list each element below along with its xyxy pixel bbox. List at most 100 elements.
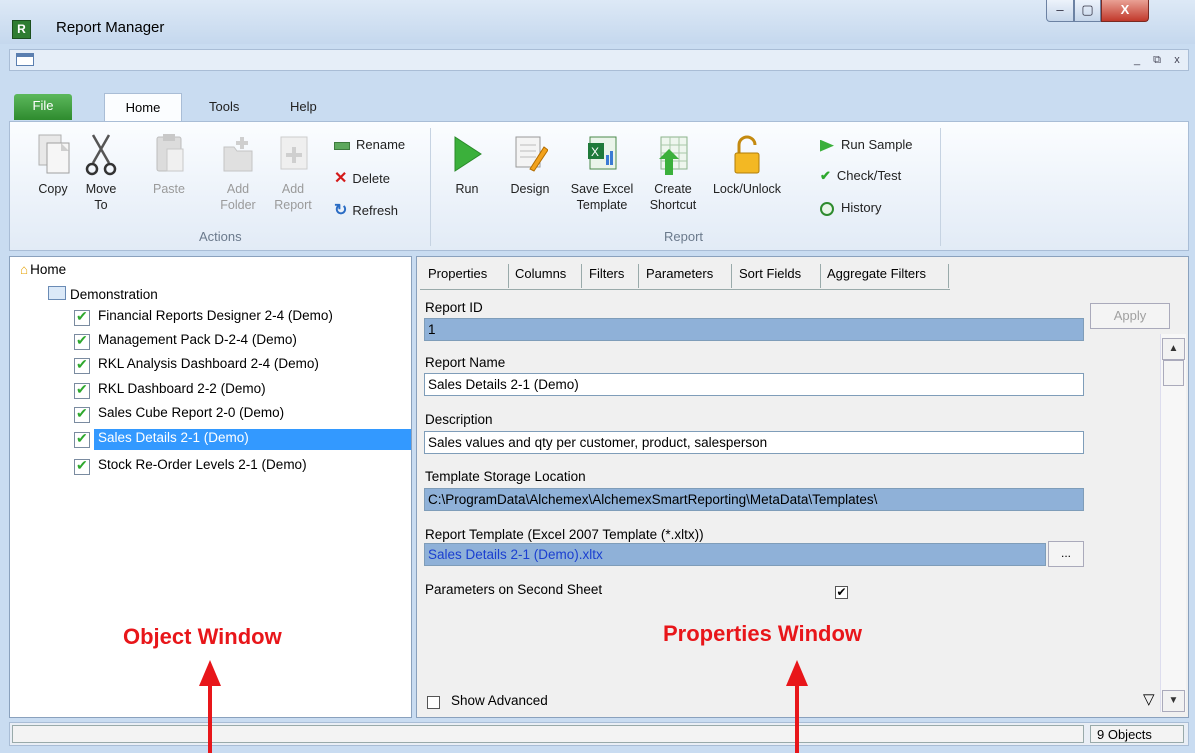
description-label: Description [425, 412, 493, 427]
tab-aggregate-filters[interactable]: Aggregate Filters [827, 266, 926, 281]
tab-tools[interactable]: Tools [209, 99, 239, 114]
vertical-scrollbar[interactable] [1160, 334, 1186, 712]
mdi-bar [9, 49, 1189, 71]
tab-separator [948, 264, 949, 288]
rename-button[interactable]: Rename [334, 137, 405, 152]
window-title: Report Manager [56, 19, 165, 36]
save-excel-template-button[interactable]: X Save Excel Template [563, 131, 641, 213]
delete-icon: ✕ [334, 170, 348, 187]
design-icon [515, 136, 549, 172]
paste-icon [156, 134, 184, 172]
history-icon [820, 201, 834, 216]
paste-label: Paste [153, 182, 185, 196]
mdi-window-icon[interactable] [16, 53, 34, 66]
filter-icon[interactable]: ▽ [1143, 690, 1155, 708]
app-icon: R [12, 20, 31, 39]
report-icon [74, 308, 90, 326]
delete-label: Delete [352, 171, 390, 186]
ribbon-separator [940, 128, 941, 246]
run-button[interactable]: Run [447, 131, 487, 197]
minimize-button[interactable]: – [1046, 0, 1074, 22]
tree-root-home[interactable]: ⌂ Home [20, 262, 66, 277]
report-icon [74, 381, 90, 399]
report-icon [74, 405, 90, 423]
tab-separator [508, 264, 509, 288]
refresh-button[interactable]: ↻ Refresh [334, 200, 398, 220]
mdi-restore-button[interactable]: ⧉ [1149, 52, 1165, 68]
scroll-down-button[interactable]: ▼ [1162, 690, 1185, 712]
report-name-label: Report Name [425, 355, 506, 370]
delete-button[interactable]: ✕ Delete [334, 168, 390, 188]
lock-unlock-label: Lock/Unlock [712, 182, 782, 196]
add-folder-button[interactable]: Add Folder [213, 131, 263, 213]
tab-filters[interactable]: Filters [589, 266, 624, 281]
scroll-thumb[interactable] [1163, 360, 1184, 386]
refresh-label: Refresh [352, 203, 398, 218]
check-test-label: Check/Test [836, 168, 902, 183]
storage-location-label: Template Storage Location [425, 469, 586, 484]
params-second-sheet-checkbox[interactable]: ✔ [835, 586, 848, 599]
mdi-minimize-button[interactable]: _ [1129, 52, 1145, 68]
lock-unlock-button[interactable]: Lock/Unlock [712, 131, 782, 197]
copy-icon [38, 134, 70, 174]
close-button[interactable]: X [1101, 0, 1149, 22]
move-to-label-2: To [94, 198, 108, 212]
storage-location-field[interactable]: C:\ProgramData\Alchemex\AlchemexSmartRep… [424, 488, 1084, 511]
run-sample-button[interactable]: Run Sample [820, 137, 913, 152]
tab-help[interactable]: Help [290, 99, 317, 114]
report-group-label: Report [664, 229, 704, 244]
rename-icon [334, 141, 350, 150]
design-button[interactable]: Design [503, 131, 557, 197]
report-name-field[interactable]: Sales Details 2-1 (Demo) [424, 373, 1084, 396]
show-advanced-label: Show Advanced [451, 693, 548, 708]
report-template-label: Report Template (Excel 2007 Template (*.… [425, 527, 704, 542]
tab-sort-fields[interactable]: Sort Fields [739, 266, 801, 281]
tab-properties[interactable]: Properties [428, 266, 487, 281]
check-icon: ✔ [820, 168, 831, 183]
report-id-label: Report ID [425, 300, 483, 315]
home-icon: ⌂ [20, 262, 29, 277]
apply-button[interactable]: Apply [1090, 303, 1170, 329]
run-label: Run [455, 182, 479, 196]
show-advanced-checkbox[interactable] [427, 696, 440, 709]
run-sample-label: Run Sample [841, 137, 913, 152]
design-label: Design [510, 182, 550, 196]
tab-separator [638, 264, 639, 288]
add-report-label-1: Add [281, 182, 305, 196]
tab-home[interactable]: Home [104, 93, 182, 122]
object-count: 9 Objects [1090, 725, 1184, 743]
mdi-close-button[interactable]: x [1169, 52, 1185, 68]
save-excel-label-2: Template [576, 198, 628, 212]
status-panel [12, 725, 1084, 743]
tree-item-label: Stock Re-Order Levels 2-1 (Demo) [98, 457, 307, 472]
scroll-up-button[interactable]: ▲ [1162, 338, 1185, 360]
tree-item-label: RKL Dashboard 2-2 (Demo) [98, 381, 266, 396]
report-icon [74, 332, 90, 350]
properties-window-arrow-shaft [795, 684, 799, 753]
description-field[interactable]: Sales values and qty per customer, produ… [424, 431, 1084, 454]
tab-separator [581, 264, 582, 288]
tab-file[interactable]: File [14, 94, 72, 120]
create-shortcut-button[interactable]: Create Shortcut [641, 131, 705, 213]
create-shortcut-label-1: Create [654, 182, 692, 196]
add-report-label-2: Report [274, 198, 312, 212]
tree-folder-demonstration[interactable]: Demonstration [48, 286, 158, 302]
history-button[interactable]: History [820, 200, 881, 216]
lock-icon [734, 135, 760, 174]
move-to-button[interactable]: Move To [78, 131, 124, 213]
tab-separator [731, 264, 732, 288]
scissors-icon [85, 134, 117, 176]
paste-button[interactable]: Paste [146, 131, 192, 197]
browse-button[interactable]: ... [1048, 541, 1084, 567]
check-test-button[interactable]: ✔ Check/Test [820, 168, 901, 184]
copy-button[interactable]: Copy [30, 131, 76, 197]
tab-columns[interactable]: Columns [515, 266, 566, 281]
object-window-arrow [199, 660, 221, 686]
folder-icon [48, 286, 66, 300]
report-id-field[interactable]: 1 [424, 318, 1084, 341]
tree-item-label: Management Pack D-2-4 (Demo) [98, 332, 297, 347]
maximize-button[interactable]: ▢ [1074, 0, 1101, 22]
add-report-button[interactable]: Add Report [268, 131, 318, 213]
report-template-field[interactable]: Sales Details 2-1 (Demo).xltx [424, 543, 1046, 566]
tab-parameters[interactable]: Parameters [646, 266, 713, 281]
